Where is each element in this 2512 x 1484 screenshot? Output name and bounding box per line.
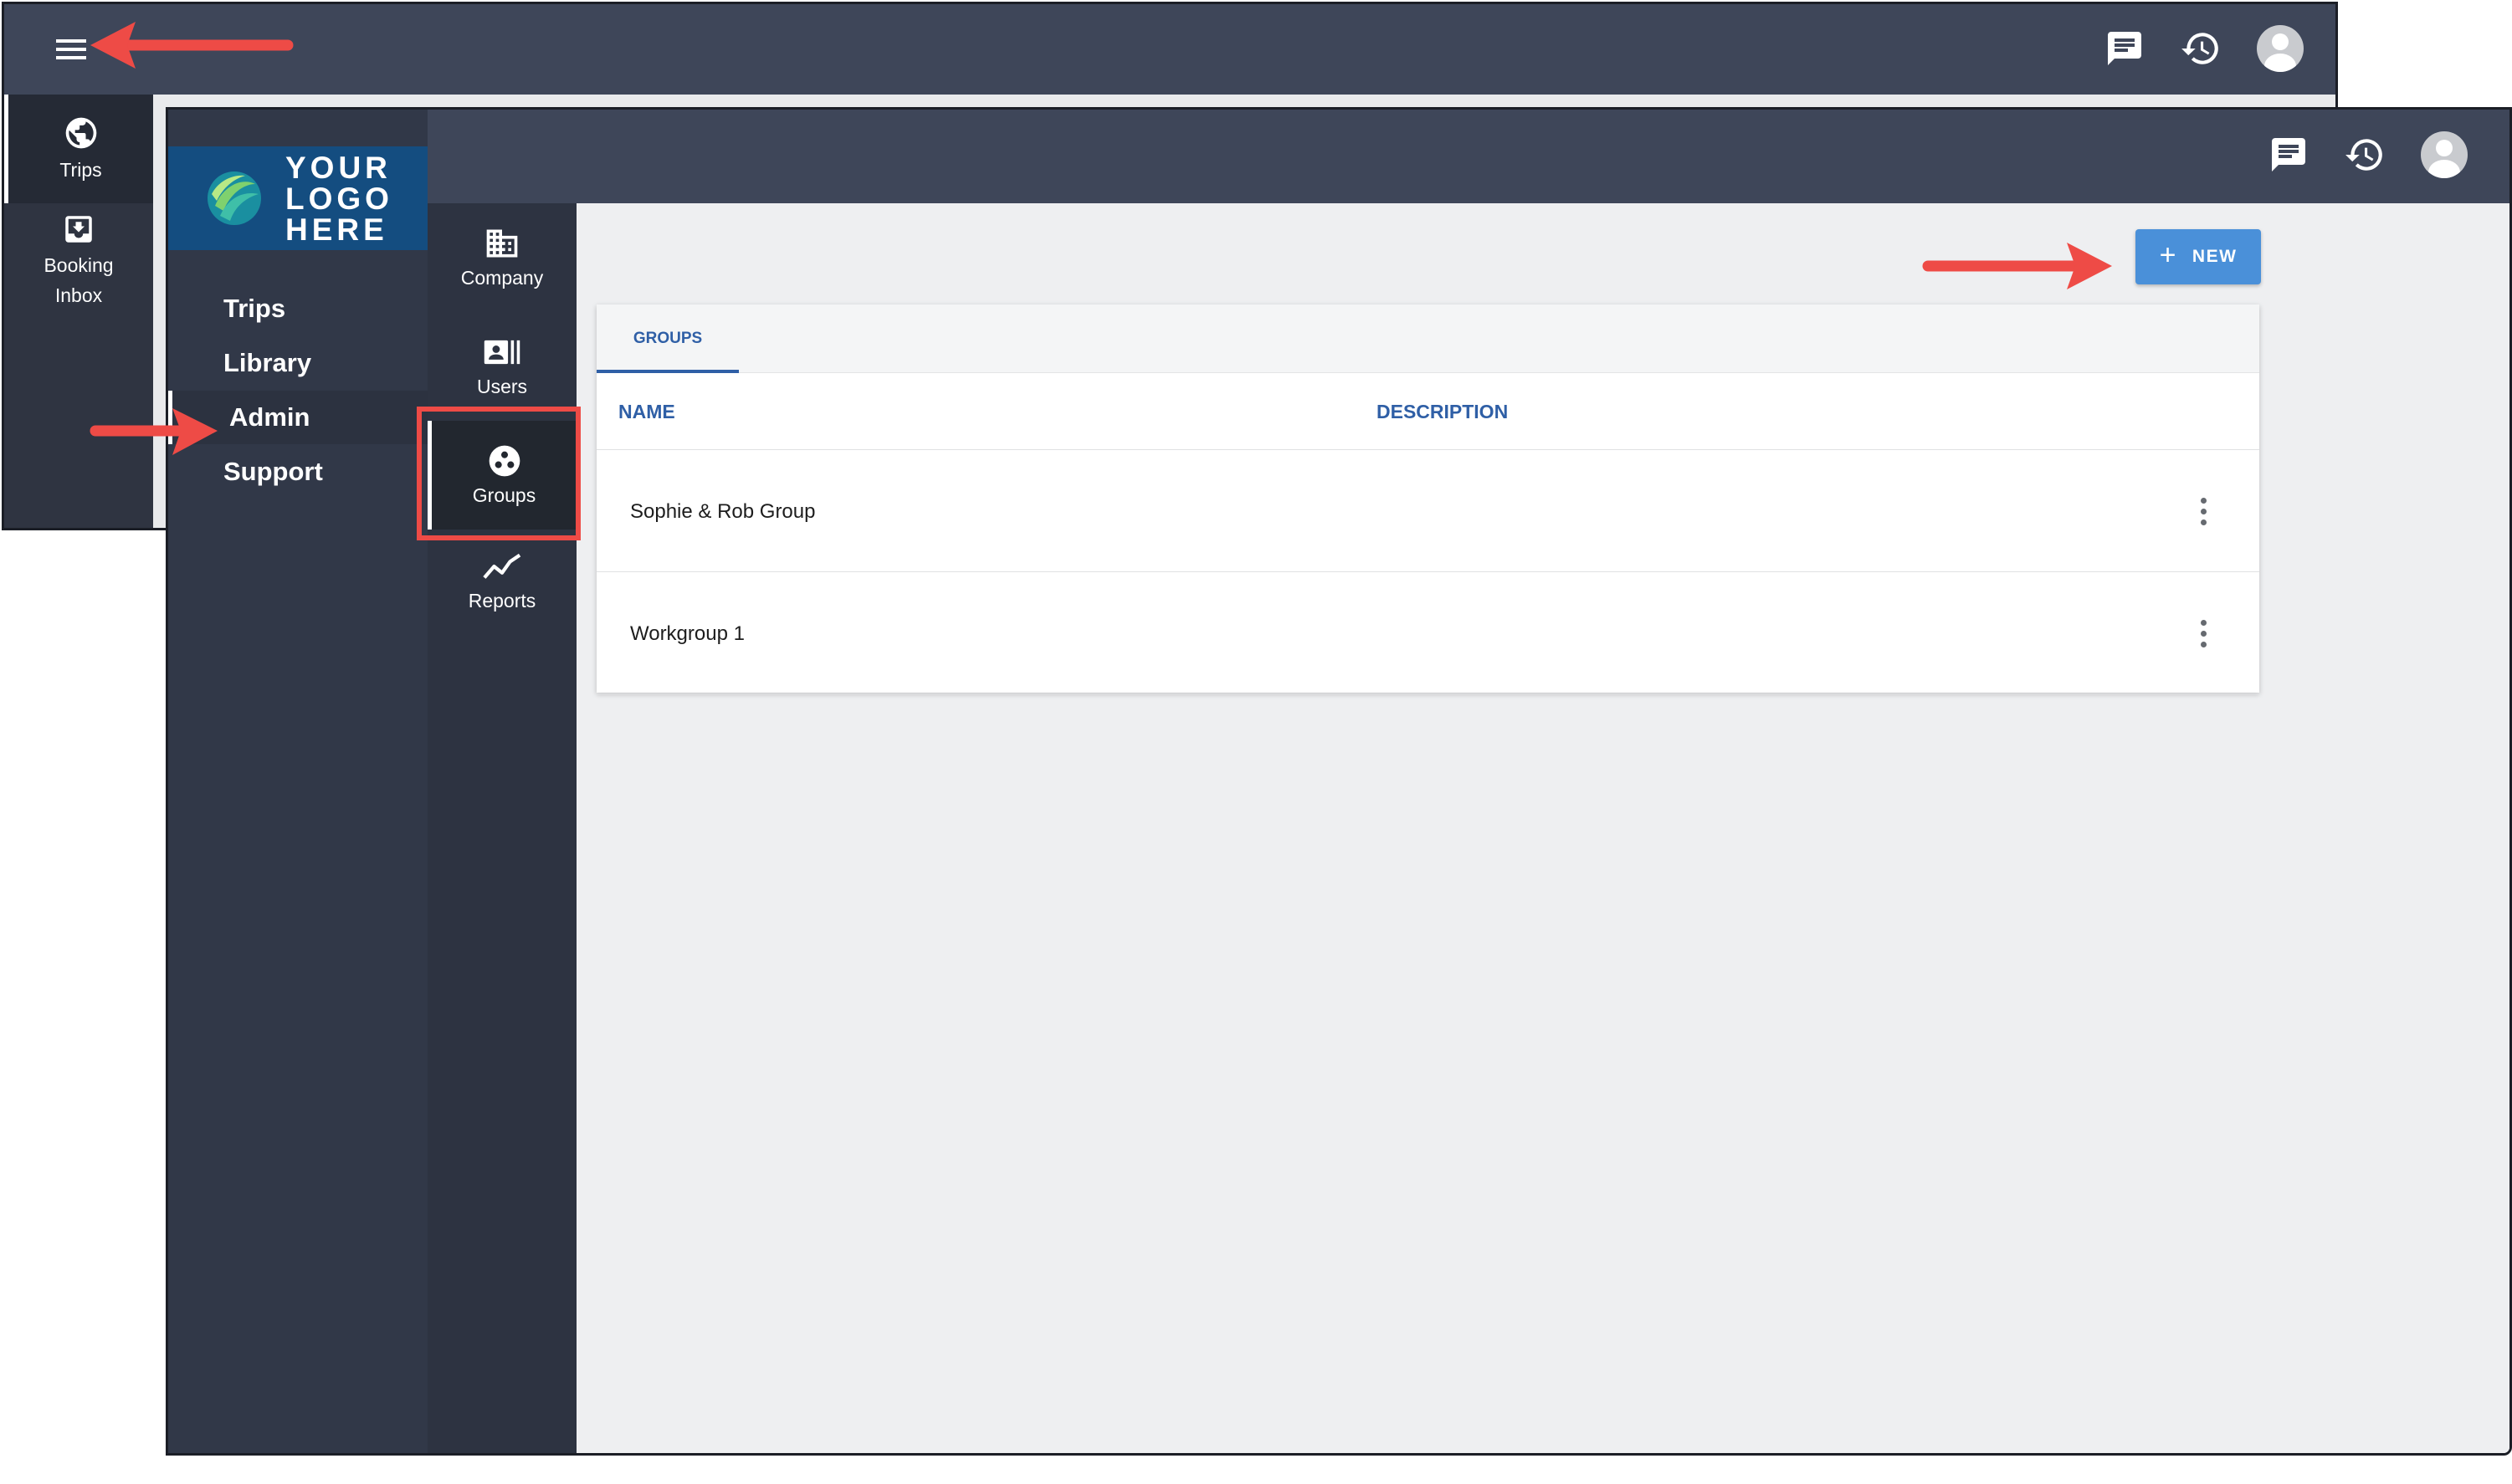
avatar[interactable] <box>2257 25 2304 72</box>
admin-rail-label: Reports <box>468 590 536 612</box>
nav-item-library[interactable]: Library <box>168 336 428 390</box>
more-vert-icon[interactable] <box>2193 617 2213 652</box>
content-area: + NEW GROUPS NAME DESCRIPTION Sophie & R… <box>577 203 2509 1453</box>
annotation-arrow-icon <box>1922 243 2112 289</box>
admin-rail-label: Company <box>460 267 544 289</box>
chat-icon[interactable] <box>2268 135 2309 175</box>
main-sidebar: YOUR LOGO HERE Trips Library Admin Suppo… <box>168 110 428 1453</box>
plus-icon: + <box>2159 239 2177 271</box>
tab-groups[interactable]: GROUPS <box>597 304 739 373</box>
inbox-icon <box>65 216 92 243</box>
annotation-arrow-icon <box>90 22 294 69</box>
table-row[interactable]: Sophie & Rob Group <box>597 451 2259 572</box>
user-card-icon <box>484 340 520 365</box>
admin-rail-item-reports[interactable]: Reports <box>428 530 577 638</box>
admin-rail-item-users[interactable]: Users <box>428 312 577 421</box>
top-app-bar <box>168 110 2509 203</box>
table-header: NAME DESCRIPTION <box>597 373 2259 450</box>
logo-line: YOUR <box>285 150 392 185</box>
avatar[interactable] <box>2421 131 2468 178</box>
more-vert-icon[interactable] <box>2193 494 2213 530</box>
rail-item-booking-inbox[interactable]: Booking Inbox <box>4 212 153 310</box>
logo: YOUR LOGO HERE <box>168 146 428 250</box>
rail-item-trips[interactable]: Trips <box>4 95 153 203</box>
admin-rail-item-company[interactable]: Company <box>428 203 577 312</box>
annotation-highlight-groups <box>417 407 581 540</box>
logo-line: HERE <box>285 212 388 247</box>
logo-line: LOGO <box>285 181 393 216</box>
history-icon[interactable] <box>2180 28 2222 69</box>
admin-rail: Company Users Groups Reports <box>428 203 577 1453</box>
admin-rail-label: Users <box>476 376 528 397</box>
groups-card: GROUPS NAME DESCRIPTION Sophie & Rob Gro… <box>597 304 2259 694</box>
front-window: YOUR LOGO HERE Trips Library Admin Suppo… <box>166 107 2512 1456</box>
nav-item-trips[interactable]: Trips <box>168 282 428 335</box>
top-actions <box>2104 25 2304 72</box>
new-button[interactable]: + NEW <box>2135 229 2261 284</box>
chat-icon[interactable] <box>2104 28 2145 69</box>
new-button-label: NEW <box>2192 247 2238 266</box>
building-icon <box>486 229 518 258</box>
top-app-bar <box>4 4 2335 95</box>
app-rail: Trips Booking Inbox <box>4 95 153 528</box>
rail-item-label: Booking <box>44 254 114 276</box>
column-header-name[interactable]: NAME <box>618 373 675 450</box>
row-name: Sophie & Rob Group <box>630 500 816 523</box>
column-header-description[interactable]: DESCRIPTION <box>1376 373 1508 450</box>
logo-mark-icon <box>208 171 261 225</box>
chart-line-icon <box>483 553 521 579</box>
annotation-arrow-icon <box>90 408 218 455</box>
logo-text: YOUR LOGO HERE <box>285 152 393 245</box>
rail-item-label-line2: Inbox <box>54 284 103 306</box>
tab-bar: GROUPS <box>597 304 2259 373</box>
history-icon[interactable] <box>2344 134 2386 176</box>
row-name: Workgroup 1 <box>630 622 745 645</box>
rail-item-label: Trips <box>59 159 102 181</box>
table-row[interactable]: Workgroup 1 <box>597 573 2259 694</box>
top-actions <box>2268 131 2468 178</box>
globe-icon <box>65 117 96 149</box>
